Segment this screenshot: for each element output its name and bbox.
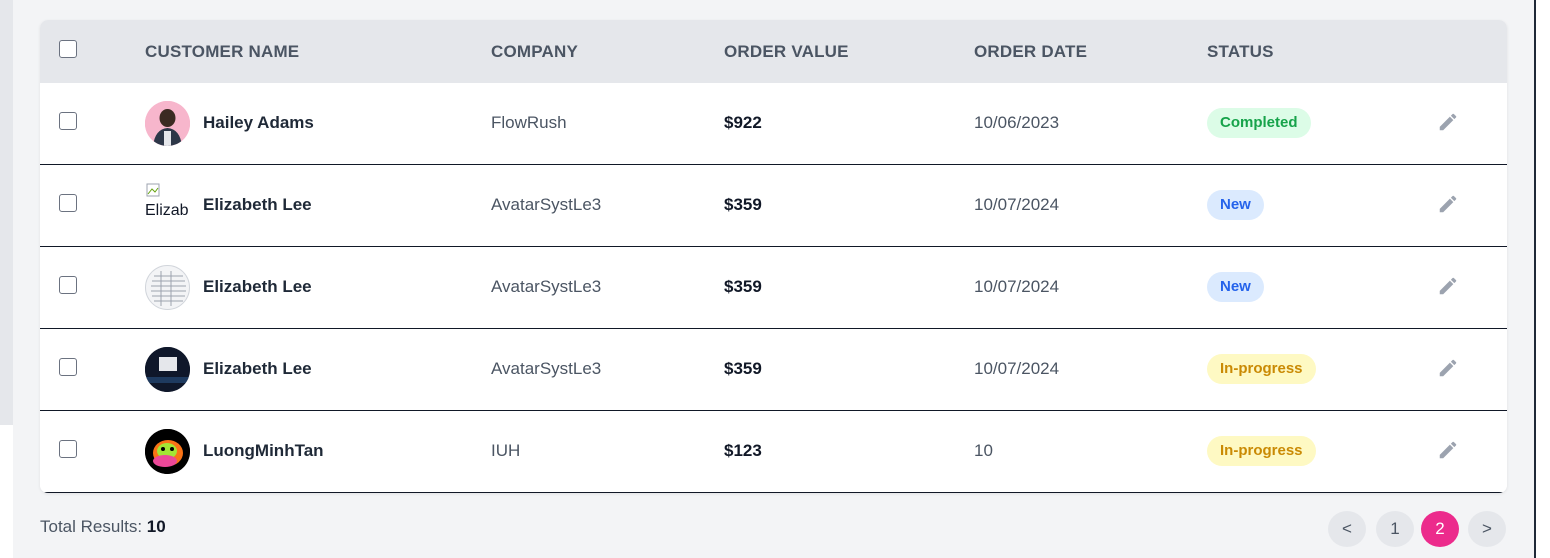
row-checkbox[interactable] [59,358,77,376]
order-date: 10/07/2024 [974,359,1060,378]
status-badge: New [1207,190,1264,220]
scrollbar[interactable] [1534,0,1550,558]
table-header: CUSTOMER NAME COMPANY ORDER VALUE ORDER … [40,20,1507,83]
order-date: 10/07/2024 [974,277,1060,296]
company: AvatarSystLe3 [491,359,602,378]
order-date: 10 [974,441,993,460]
status-badge: Completed [1207,108,1311,138]
table-row: Elizabeth Lee AvatarSystLe3 $359 10/07/2… [40,247,1507,329]
order-value: $123 [724,441,762,460]
customer-name: LuongMinhTan [203,441,324,460]
order-value: $359 [724,359,762,378]
status-badge: In-progress [1207,436,1316,466]
customer-name: Elizabeth Lee [203,277,312,296]
pagination-next-button[interactable]: > [1468,511,1506,547]
pagination-page-1[interactable]: 1 [1376,511,1414,547]
company: AvatarSystLe3 [491,195,602,214]
status-badge: New [1207,272,1264,302]
order-value: $922 [724,113,762,132]
company: AvatarSystLe3 [491,277,602,296]
table-row: LuongMinhTan IUH $123 10 In-progress [40,411,1507,493]
pagination-page-2[interactable]: 2 [1421,511,1459,547]
row-checkbox[interactable] [59,276,77,294]
pencil-icon[interactable] [1437,275,1459,297]
pencil-icon[interactable] [1437,357,1459,379]
total-results-value: 10 [146,517,166,536]
customer-name: Elizabeth Lee [203,195,312,214]
row-checkbox[interactable] [59,194,77,212]
order-value: $359 [724,277,762,296]
row-checkbox[interactable] [59,112,77,130]
header-company: COMPANY [491,42,579,61]
table-row: Elizabeth Lee AvatarSystLe3 $359 10/07/2… [40,329,1507,411]
total-results-label: Total Results: [40,517,143,536]
pencil-icon[interactable] [1437,439,1459,461]
table-row: Elizab Elizabeth Lee AvatarSystLe3 $359 … [40,165,1507,247]
avatar [145,101,190,146]
pagination-prev-button[interactable]: < [1328,511,1366,547]
company: FlowRush [491,113,567,132]
header-order-date: ORDER DATE [974,42,1088,61]
customer-name: Elizabeth Lee [203,359,312,378]
total-results: Total Results: 10 [40,517,166,537]
orders-table: CUSTOMER NAME COMPANY ORDER VALUE ORDER … [40,20,1507,493]
scrollbar-track-line [1534,0,1536,558]
avatar [145,347,190,392]
sidebar-edge [0,0,13,425]
sidebar-edge-bottom [0,425,13,558]
order-date: 10/07/2024 [974,195,1060,214]
header-status: STATUS [1207,42,1274,61]
broken-image-icon [146,183,160,197]
pencil-icon[interactable] [1437,193,1459,215]
header-customer-name: CUSTOMER NAME [145,42,300,61]
avatar-alt-text: Elizab [145,202,189,219]
status-badge: In-progress [1207,354,1316,384]
select-all-checkbox[interactable] [59,40,77,58]
company: IUH [491,441,521,460]
order-date: 10/06/2023 [974,113,1060,132]
avatar: Elizab [145,183,190,228]
header-order-value: ORDER VALUE [724,42,849,61]
pencil-icon[interactable] [1437,111,1459,133]
customer-name: Hailey Adams [203,113,314,132]
avatar [145,265,190,310]
row-checkbox[interactable] [59,440,77,458]
order-value: $359 [724,195,762,214]
table-row: Hailey Adams FlowRush $922 10/06/2023 Co… [40,83,1507,165]
avatar [145,429,190,474]
